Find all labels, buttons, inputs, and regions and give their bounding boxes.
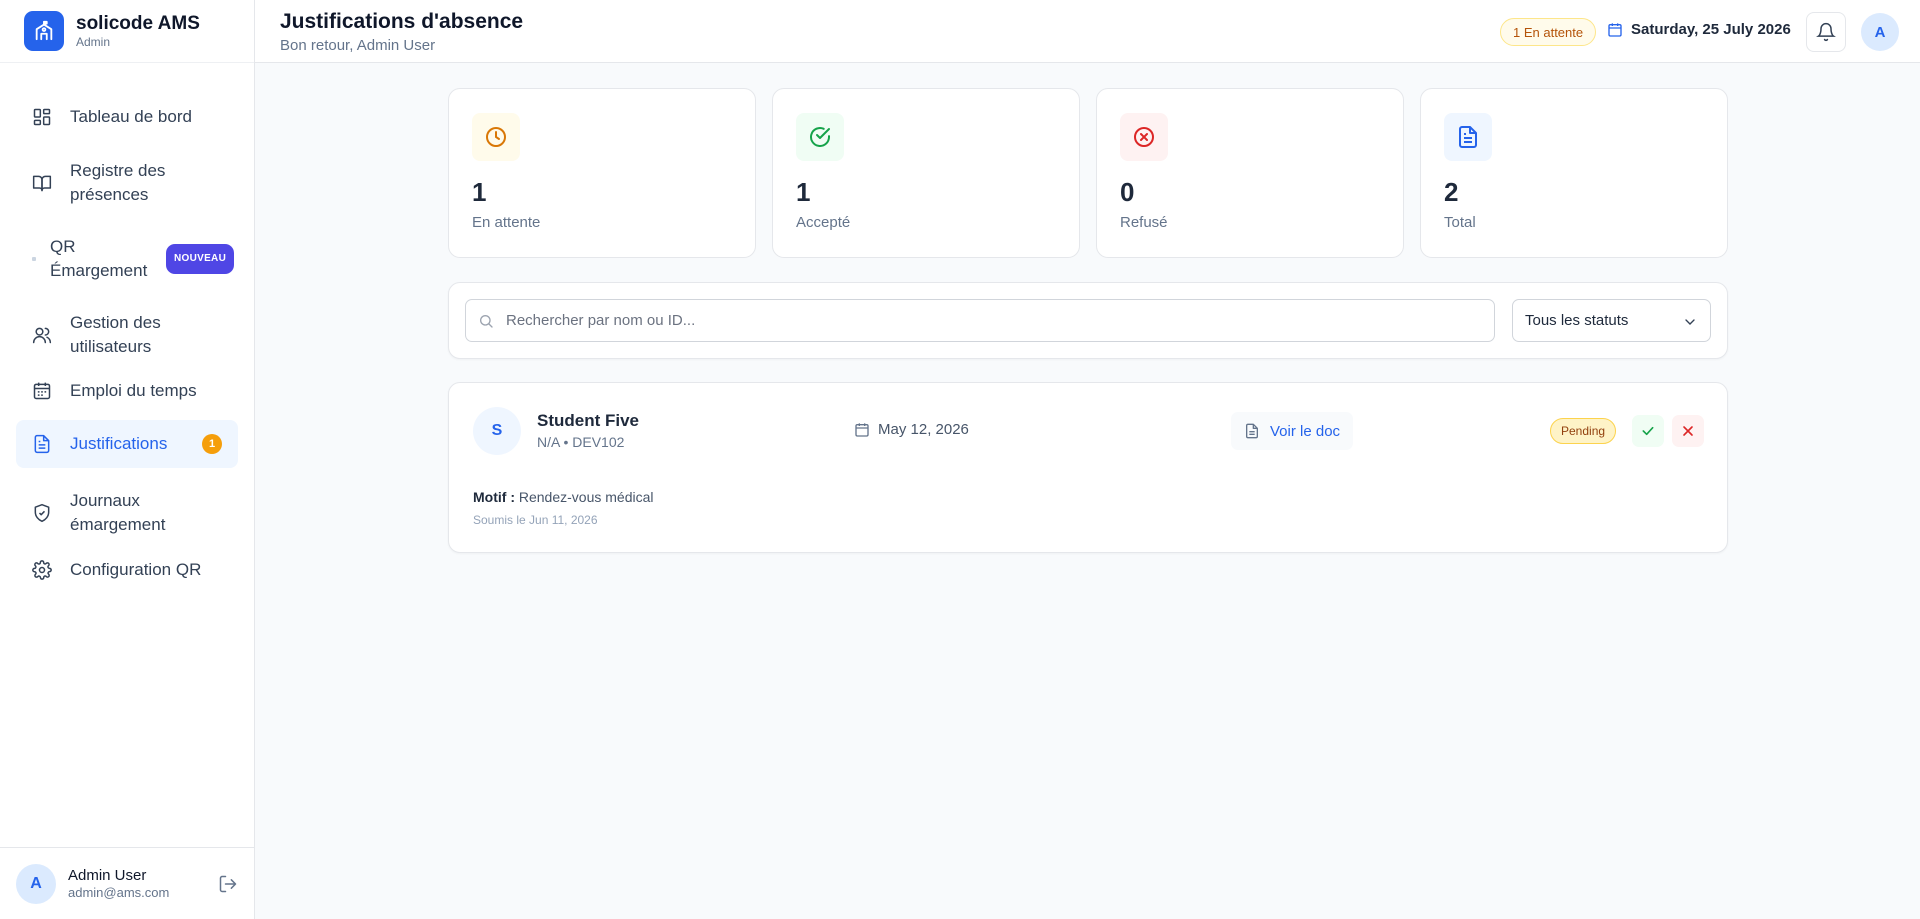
- sidebar-item-label: QR Émargement: [50, 237, 148, 280]
- stat-label: Total: [1444, 214, 1476, 231]
- check-icon: [1640, 423, 1656, 439]
- view-document-button[interactable]: Voir le doc: [1231, 412, 1354, 450]
- approve-button[interactable]: [1632, 415, 1664, 447]
- brand-role: Admin: [76, 35, 111, 49]
- stat-label: Refusé: [1120, 214, 1168, 231]
- sidebar-item-justifications[interactable]: Justifications 1: [16, 420, 238, 468]
- bell-icon: [1816, 22, 1836, 42]
- dot-icon: [32, 257, 36, 261]
- sidebar-item-qr-emargement[interactable]: QR Émargement NOUVEAU: [16, 229, 238, 289]
- absence-date-text: May 12, 2026: [878, 421, 969, 438]
- clock-icon: [472, 113, 520, 161]
- user-panel: A Admin User admin@ams.com: [0, 847, 254, 919]
- sidebar-item-attendance-register[interactable]: Registre des présences: [16, 153, 238, 213]
- status-filter-select[interactable]: Tous les statuts: [1512, 299, 1711, 342]
- page-subtitle: Bon retour, Admin User: [280, 37, 436, 54]
- calendar-icon: [1607, 22, 1631, 38]
- student-name: Student Five: [537, 411, 640, 430]
- logout-icon[interactable]: [218, 874, 238, 894]
- stat-card-accepted: 1 Accepté: [772, 88, 1080, 258]
- x-circle-icon: [1120, 113, 1168, 161]
- sidebar-item-dashboard[interactable]: Tableau de bord: [16, 99, 238, 135]
- stat-card-pending: 1 En attente: [448, 88, 756, 258]
- calendar-icon: [32, 381, 52, 401]
- reject-button[interactable]: [1672, 415, 1704, 447]
- search-box[interactable]: [465, 299, 1495, 342]
- stat-value: 1: [796, 177, 811, 207]
- document-icon: [1444, 113, 1492, 161]
- status-filter-value: Tous les statuts: [1525, 312, 1629, 329]
- check-circle-icon: [796, 113, 844, 161]
- search-input[interactable]: [506, 312, 1466, 329]
- file-icon: [32, 434, 52, 454]
- shield-icon: [32, 503, 52, 523]
- sidebar-item-label: Journaux émargement: [70, 491, 166, 534]
- brand: solicode AMS Admin: [0, 0, 254, 63]
- stat-label: Accepté: [796, 214, 851, 231]
- sidebar-item-timetable[interactable]: Emploi du temps: [16, 373, 238, 409]
- close-icon: [1680, 423, 1696, 439]
- calendar-icon: [854, 422, 878, 438]
- filter-bar: Tous les statuts: [448, 282, 1728, 359]
- student-avatar: S: [473, 407, 521, 455]
- pending-count-badge: 1: [202, 434, 222, 454]
- document-icon: [1244, 423, 1270, 439]
- submitted-date: Soumis le Jun 11, 2026: [473, 513, 598, 527]
- sidebar-item-logs[interactable]: Journaux émargement: [16, 483, 238, 543]
- sidebar-item-label: Registre des présences: [70, 161, 166, 204]
- student-meta: N/A • DEV102: [537, 434, 625, 450]
- sidebar-item-label: Configuration QR: [70, 560, 202, 579]
- new-badge: NOUVEAU: [166, 244, 235, 274]
- sidebar: solicode AMS Admin Tableau de bord Regis…: [0, 0, 255, 919]
- date-text: Saturday, 25 July 2026: [1631, 21, 1791, 38]
- gear-icon: [32, 560, 52, 580]
- top-header: Justifications d'absence Bon retour, Adm…: [255, 0, 1920, 63]
- avatar[interactable]: A: [16, 863, 56, 904]
- sidebar-item-label: Tableau de bord: [70, 107, 192, 126]
- current-date: Saturday, 25 July 2026: [1607, 21, 1791, 38]
- sidebar-item-users[interactable]: Gestion des utilisateurs: [16, 305, 238, 365]
- reason-text: Rendez-vous médical: [518, 489, 654, 505]
- book-icon: [32, 173, 52, 193]
- sidebar-item-qr-config[interactable]: Configuration QR: [16, 552, 238, 588]
- notifications-button[interactable]: [1806, 12, 1846, 52]
- absence-date: May 12, 2026: [854, 421, 969, 438]
- school-icon[interactable]: [24, 11, 64, 51]
- justification-card: S Student Five N/A • DEV102 May 12, 2026…: [448, 382, 1728, 553]
- pending-status-badge[interactable]: 1 En attente: [1500, 18, 1597, 46]
- sidebar-item-label: Justifications: [70, 434, 168, 453]
- user-email: admin@ams.com: [68, 885, 170, 900]
- status-badge: Pending: [1550, 418, 1617, 444]
- sidebar-item-label: Emploi du temps: [70, 381, 197, 400]
- stat-value: 1: [472, 177, 487, 207]
- dashboard-icon: [32, 107, 52, 127]
- brand-name: solicode AMS: [76, 13, 200, 34]
- stat-card-total: 2 Total: [1420, 88, 1728, 258]
- search-icon: [478, 313, 506, 329]
- stat-value: 2: [1444, 177, 1459, 207]
- sidebar-item-label: Gestion des utilisateurs: [70, 313, 161, 356]
- stat-card-refused: 0 Refusé: [1096, 88, 1404, 258]
- page-title: Justifications d'absence: [280, 10, 524, 33]
- users-icon: [32, 325, 52, 345]
- reason: Motif : Rendez-vous médical: [473, 489, 654, 505]
- header-avatar[interactable]: A: [1861, 13, 1899, 51]
- stat-value: 0: [1120, 177, 1135, 207]
- stat-label: En attente: [472, 214, 541, 231]
- reason-label: Motif :: [473, 489, 515, 505]
- view-document-label: Voir le doc: [1270, 422, 1341, 440]
- user-name: Admin User: [68, 867, 147, 884]
